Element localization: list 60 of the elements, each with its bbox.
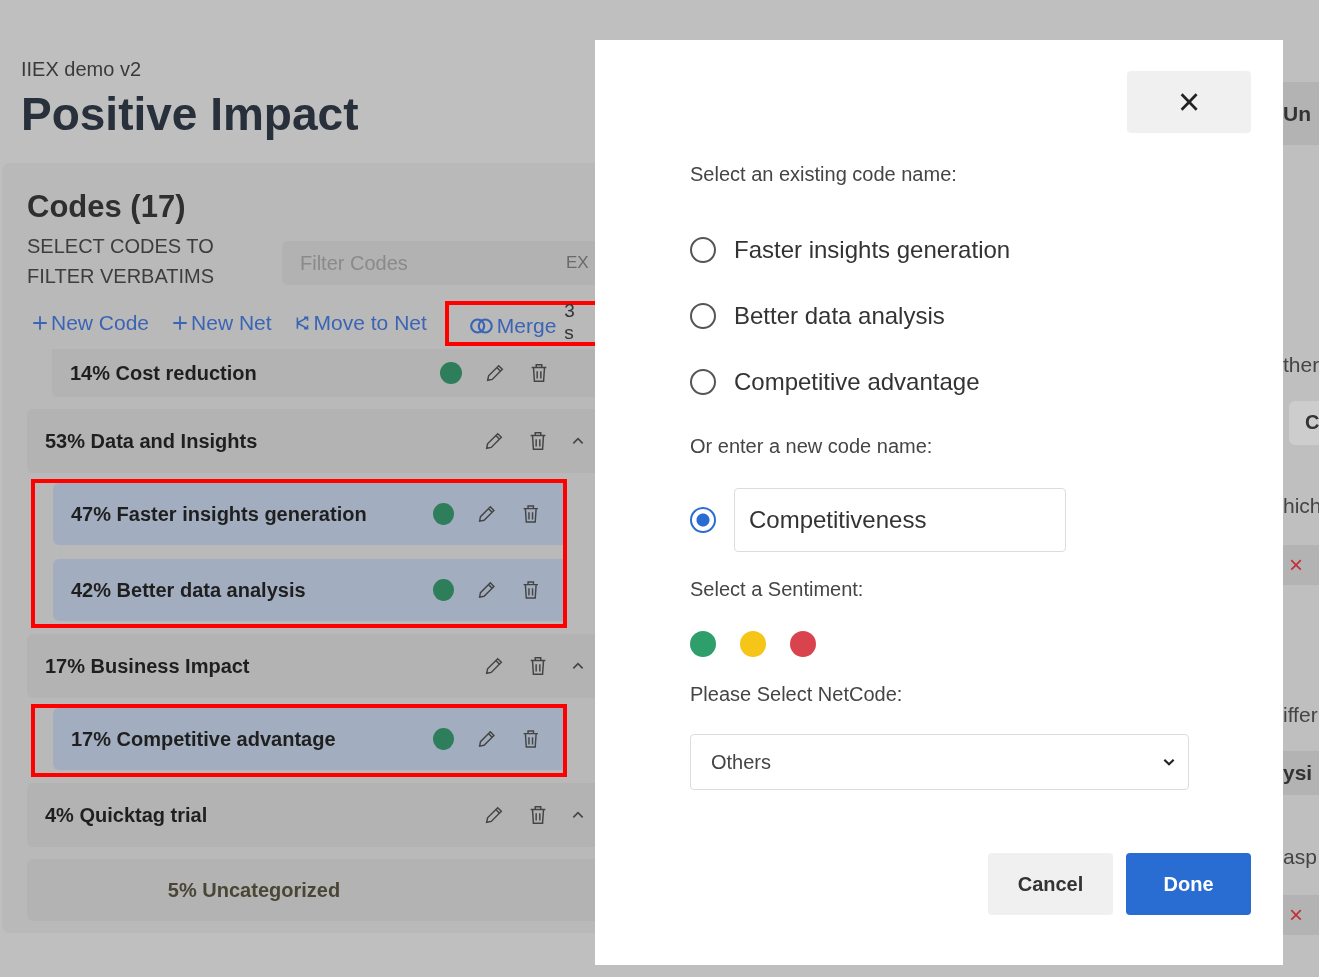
code-row[interactable]: 17% Competitive advantage [53,708,563,770]
radio-button[interactable] [690,303,716,329]
clipped-text: asp [1283,845,1317,869]
clipped-text: ther [1283,353,1319,377]
chevron-icon[interactable] [571,661,585,671]
uncategorized-row[interactable]: 5% Uncategorized [27,859,595,921]
netcode-label: Please Select NetCode: [690,683,904,706]
clipped-text: ysi [1283,761,1313,785]
edit-icon[interactable] [476,728,498,750]
edit-icon[interactable] [476,503,498,525]
sentiment-option[interactable] [690,631,716,657]
net-row[interactable]: 17% Business Impact [27,634,595,698]
clipped-text: Un [1283,101,1311,126]
page-title: Positive Impact [21,87,360,141]
netcode-select[interactable]: Others [690,734,1189,790]
net-label: 4% Quicktag trial [45,803,209,827]
project-name: IIEX demo v2 [21,58,143,81]
selected-label: s [564,321,575,344]
code-label: 14% Cost reduction [70,361,258,385]
code-label: 17% Competitive advantage [71,727,337,751]
panel-title: Codes (17) [27,189,187,225]
code-row[interactable]: 47% Faster insights generation [53,483,563,545]
sentiment-label: Select a Sentiment: [690,578,865,601]
caret-icon [1162,757,1176,767]
edit-icon[interactable] [476,579,498,601]
net-label: 53% Data and Insights [45,429,259,453]
done-button[interactable]: Done [1126,853,1251,915]
plus-icon [171,314,190,332]
net-label: 17% Business Impact [45,654,251,678]
clipped-button[interactable]: C [1289,400,1319,445]
radio-button[interactable] [690,369,716,395]
option-label[interactable]: Better data analysis [734,302,945,330]
option-label[interactable]: Faster insights generation [734,236,1011,264]
cancel-button[interactable]: Cancel [988,853,1113,915]
edit-icon[interactable] [484,362,506,384]
plus-icon [31,314,49,332]
chevron-icon[interactable] [571,810,585,820]
code-name-input[interactable]: Competitiveness [734,488,1066,552]
sentiment-option[interactable] [790,631,816,657]
new-code-label: Or enter a new code name: [690,435,934,458]
code-label: 47% Faster insights generation [71,502,368,526]
net-row[interactable]: 4% Quicktag trial [27,783,595,847]
radio-button[interactable] [690,237,716,263]
edit-icon[interactable] [483,430,505,452]
close-button[interactable]: × [1127,71,1251,133]
panel-subtitle: SELECT CODES TO FILTER VERBATIMS [27,234,216,289]
radio-button[interactable] [690,507,716,533]
filter-hint: EX [566,253,589,273]
chevron-icon[interactable] [571,436,585,446]
edit-icon[interactable] [483,655,505,677]
net-row[interactable]: 53% Data and Insights [27,409,595,473]
code-row[interactable]: 14% Cost reduction [52,349,595,397]
clipped-text: iffer [1283,703,1318,727]
code-label: 42% Better data analysis [71,578,307,602]
selected-count: 3 [564,299,576,322]
existing-code-label: Select an existing code name: [690,163,958,186]
option-label[interactable]: Competitive advantage [734,368,980,396]
code-row[interactable]: 42% Better data analysis [53,559,563,621]
edit-icon[interactable] [483,804,505,826]
rings-icon [468,316,495,335]
